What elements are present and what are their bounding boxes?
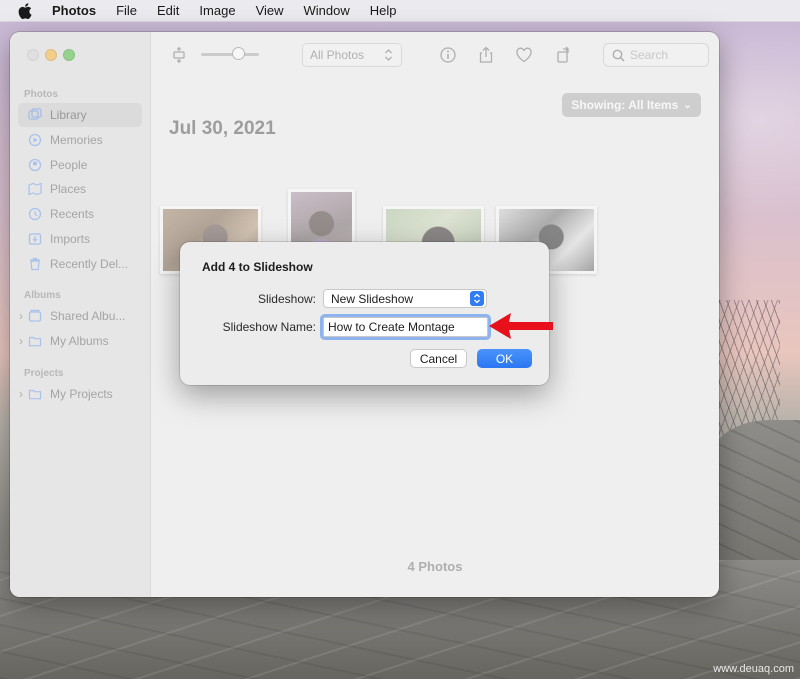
apple-icon[interactable]: [18, 2, 32, 19]
menu-edit[interactable]: Edit: [157, 3, 179, 18]
dialog-title: Add 4 to Slideshow: [202, 260, 313, 274]
watermark: www.deuaq.com: [713, 663, 794, 675]
menu-file[interactable]: File: [116, 3, 137, 18]
red-arrow-annotation: [489, 313, 553, 339]
slideshow-select-value: New Slideshow: [331, 291, 414, 306]
slideshow-select[interactable]: New Slideshow: [323, 289, 487, 308]
slideshow-name-input[interactable]: How to Create Montage: [323, 317, 488, 337]
menu-app-photos[interactable]: Photos: [52, 3, 96, 18]
menu-bar: Photos File Edit Image View Window Help: [0, 0, 800, 22]
menu-window[interactable]: Window: [304, 3, 350, 18]
up-down-chevron-icon: [470, 291, 484, 306]
background-tree: [710, 300, 780, 440]
menu-view[interactable]: View: [256, 3, 284, 18]
slideshow-name-label: Slideshow Name:: [222, 320, 316, 334]
cancel-button[interactable]: Cancel: [410, 349, 467, 368]
ok-button[interactable]: OK: [477, 349, 532, 368]
menu-help[interactable]: Help: [370, 3, 397, 18]
slideshow-label: Slideshow:: [257, 292, 316, 306]
menu-image[interactable]: Image: [199, 3, 235, 18]
